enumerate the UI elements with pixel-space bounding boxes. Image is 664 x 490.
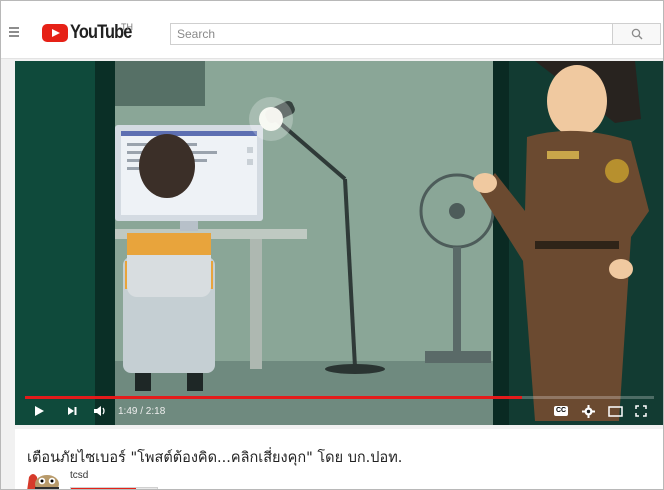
player-controls: 1:49 / 2:18 CC [15, 399, 663, 425]
search-input[interactable] [171, 24, 612, 44]
next-icon [68, 407, 77, 415]
hamburger-menu-icon[interactable] [9, 27, 19, 37]
fullscreen-icon [635, 405, 647, 417]
channel-name[interactable]: tcsd [70, 470, 88, 481]
volume-icon [93, 406, 105, 416]
logo-country-code: TH [121, 22, 133, 32]
search-box [170, 23, 613, 45]
theater-mode-button[interactable] [605, 402, 625, 420]
next-button[interactable] [62, 402, 82, 420]
youtube-play-logo-icon [42, 24, 68, 42]
gear-icon [581, 404, 595, 418]
masthead: YouTube TH [1, 1, 663, 59]
search-button[interactable] [613, 23, 661, 45]
fullscreen-button[interactable] [631, 402, 651, 420]
video-info: เตือนภัยไซเบอร์ "โพสต์ต้องคิด...คลิกเสี่… [15, 429, 663, 490]
settings-button[interactable] [578, 402, 598, 420]
mute-button[interactable] [89, 402, 109, 420]
captions-label: CC [555, 407, 567, 414]
play-icon [35, 406, 44, 416]
channel-avatar[interactable] [25, 469, 61, 490]
play-button[interactable] [29, 402, 49, 420]
search-icon [631, 28, 642, 40]
time-display: 1:49 / 2:18 [118, 406, 166, 417]
captions-button[interactable]: CC [551, 402, 571, 420]
video-player[interactable]: 1:49 / 2:18 CC [15, 61, 663, 425]
video-title: เตือนภัยไซเบอร์ "โพสต์ต้องคิด...คลิกเสี่… [27, 450, 403, 466]
youtube-watch-page: YouTube TH Search 1:49 / 2:18 CC เตือนภั… [0, 0, 664, 490]
captions-icon: CC [554, 406, 568, 416]
theater-mode-icon [607, 405, 623, 417]
video-frame [15, 61, 663, 425]
